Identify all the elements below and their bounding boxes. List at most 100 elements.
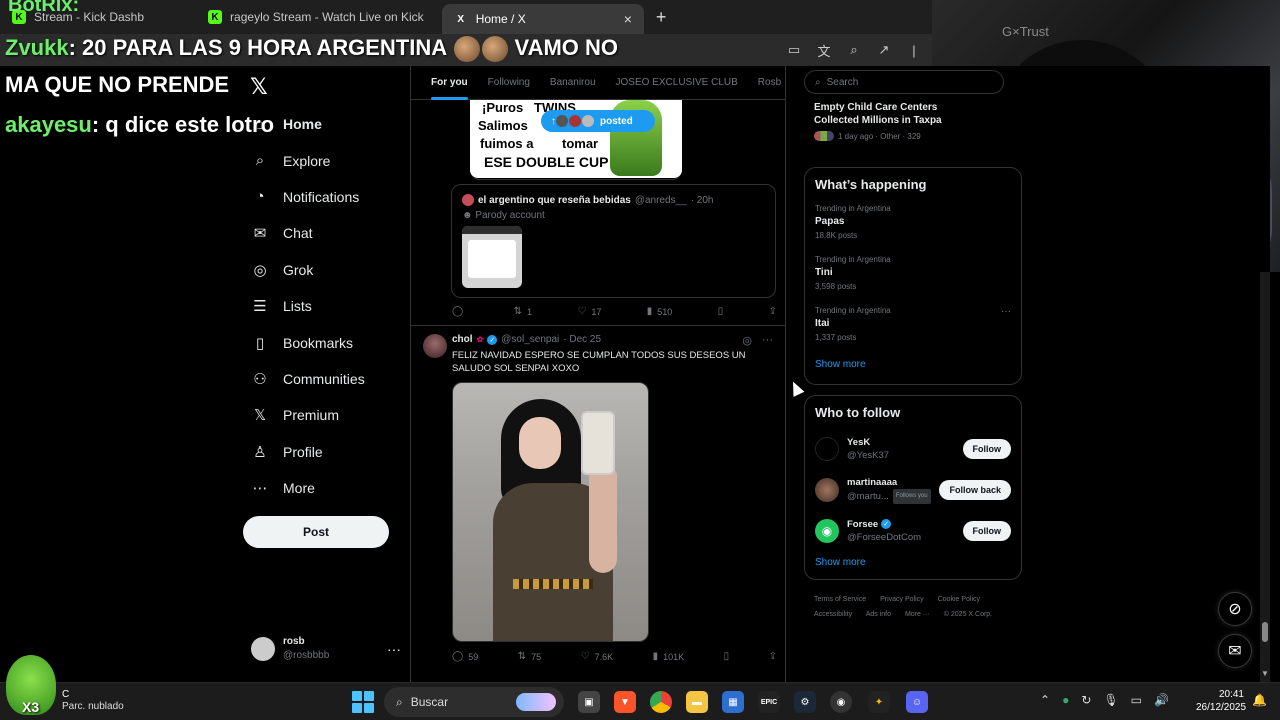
translate-icon[interactable]: 文	[816, 42, 832, 59]
like-button[interactable]: ♡ 7.6K	[581, 651, 613, 662]
trend-item[interactable]: Trending in Argentina Tini 3,598 posts	[805, 251, 1021, 302]
grok-float-button[interactable]: ⊘	[1218, 592, 1252, 626]
post-actions: ◯ 59 ⇅ 75 ♡ 7.6K ▮ 101K ▯ ⇪	[452, 651, 777, 662]
trend-item[interactable]: Trending in Argentina Papas 18.8K posts	[805, 200, 1021, 251]
post-actions: ◯ ⇅ 1 ♡ 17 ▮ 510 ▯ ⇪	[452, 306, 777, 317]
follow-back-button[interactable]: Follow back	[939, 479, 1011, 500]
repost-button[interactable]: ⇅ 75	[518, 651, 541, 662]
repost-button[interactable]: ⇅ 1	[514, 306, 532, 317]
reply-button[interactable]: ◯ 59	[452, 651, 478, 662]
search-icon: ⌕	[815, 76, 821, 88]
notification-bell-icon[interactable]: 🔔	[1252, 693, 1267, 707]
nav-premium[interactable]: 𝕏 Premium	[248, 397, 408, 433]
account-name: rosb	[283, 636, 305, 647]
nav-notifications[interactable]: ◔ Notifications	[248, 179, 408, 215]
page-scrollbar[interactable]: ▼	[1260, 272, 1270, 682]
cast-icon[interactable]: ▭	[786, 42, 802, 58]
bookmark-button[interactable]: ▯	[718, 306, 724, 317]
microphone-icon[interactable]: 🎙	[1103, 693, 1118, 707]
views-button[interactable]: ▮ 101K	[653, 651, 685, 662]
tray-app-icon[interactable]: ●	[1062, 693, 1069, 707]
nav-grok[interactable]: ◎ Grok	[248, 252, 408, 288]
trend-item[interactable]: Trending in Argentina Itai 1,337 posts ·…	[805, 302, 1021, 353]
brave-browser-icon[interactable]: ▼	[614, 691, 636, 713]
footer-link[interactable]: More ···	[905, 611, 930, 618]
nav-profile[interactable]: ♙ Profile	[248, 434, 408, 470]
task-view-icon[interactable]: ▣	[578, 691, 600, 713]
taskbar-search[interactable]: ⌕ Buscar	[384, 687, 564, 717]
chrome-icon[interactable]	[650, 691, 672, 713]
follow-suggestion[interactable]: YesK @YesK37 Follow	[805, 428, 1021, 469]
nav-chat[interactable]: ✉ Chat	[248, 215, 408, 251]
footer-link[interactable]: Ads info	[866, 611, 891, 618]
news-item-title[interactable]: Empty Child Care Centers Collected Milli…	[814, 101, 944, 127]
reply-button[interactable]: ◯	[452, 306, 468, 317]
bookmark-button[interactable]: ▯	[724, 651, 730, 662]
footer-link[interactable]: Accessibility	[814, 611, 852, 618]
network-icon[interactable]: ▭	[1131, 693, 1142, 707]
file-explorer-icon[interactable]: ▬	[686, 691, 708, 713]
more-dots-icon[interactable]: ···	[387, 641, 401, 657]
discord-icon[interactable]: ☺	[906, 691, 928, 713]
avatar[interactable]	[423, 334, 447, 358]
new-posts-pill[interactable]: ↑ posted	[541, 110, 655, 132]
views-button[interactable]: ▮ 510	[647, 306, 673, 317]
footer-link[interactable]: Terms of Service	[814, 596, 866, 603]
tab-joseo-club[interactable]: JOSEO EXCLUSIVE CLUB	[606, 66, 748, 100]
follow-suggestion[interactable]: martinaaaa @martu... Follows you Follow b…	[805, 469, 1021, 510]
tab-rosb[interactable]: Rosb	[748, 66, 785, 100]
show-more-link[interactable]: Show more	[805, 551, 1021, 578]
scrollbar-thumb[interactable]	[1262, 622, 1268, 642]
system-clock[interactable]: 20:41 26/12/2025	[1196, 688, 1246, 714]
tab-home-x[interactable]: X Home / X ×	[441, 4, 644, 34]
volume-icon[interactable]: 🔊	[1154, 693, 1169, 707]
share-icon: ⇪	[768, 651, 777, 662]
weather-widget[interactable]: C Parc. nublado X3	[6, 655, 124, 715]
account-switcher[interactable]: rosb @rosbbbb ···	[251, 634, 401, 664]
meme-text: tomar	[562, 136, 599, 151]
footer-link[interactable]: Cookie Policy	[938, 596, 980, 603]
share-icon[interactable]: ↗	[876, 42, 892, 58]
post-button[interactable]: Post	[243, 516, 389, 548]
nav-more[interactable]: ⋯ More	[248, 470, 408, 506]
search-input[interactable]: ⌕ Search	[804, 70, 1004, 94]
epic-games-icon[interactable]: EPIC	[758, 691, 780, 713]
chevron-up-icon[interactable]: ⌃	[1040, 693, 1050, 707]
tab-following[interactable]: Following	[478, 66, 540, 100]
footer-link[interactable]: Privacy Policy	[880, 596, 924, 603]
image-header-bar	[462, 226, 522, 234]
zoom-icon[interactable]: ⌕	[846, 42, 862, 58]
follow-button[interactable]: Follow	[962, 438, 1011, 459]
share-button[interactable]: ⇪	[769, 306, 777, 317]
obs-icon[interactable]: ◉	[830, 691, 852, 713]
follow-suggestion[interactable]: ◉ Forsee ✓ @ForseeDotCom Follow	[805, 510, 1021, 551]
trend-context: Trending in Argentina	[815, 204, 891, 213]
nav-bookmarks[interactable]: ▯ Bookmarks	[248, 324, 408, 360]
grok-icon[interactable]: ◎	[742, 334, 752, 347]
tab-label: Home / X	[475, 12, 526, 26]
quoted-post-image[interactable]	[462, 226, 522, 288]
news-meta-text: 1 day ago · Other · 329	[838, 131, 921, 141]
store-icon[interactable]: ▦	[722, 691, 744, 713]
show-more-link[interactable]: Show more	[805, 353, 1021, 380]
share-button[interactable]: ⇪	[769, 651, 777, 662]
nav-communities[interactable]: ⚇ Communities	[248, 361, 408, 397]
nav-lists[interactable]: ☰ Lists	[248, 288, 408, 324]
sync-icon[interactable]: ↻	[1081, 693, 1091, 707]
app-icon[interactable]: ✦	[868, 691, 890, 713]
start-button[interactable]	[352, 691, 374, 713]
close-tab-icon[interactable]: ×	[624, 11, 632, 27]
avatar	[462, 194, 474, 206]
messages-float-button[interactable]: ✉	[1218, 634, 1252, 668]
like-button[interactable]: ♡ 17	[577, 306, 601, 317]
follow-button[interactable]: Follow	[962, 520, 1011, 541]
more-dots-icon[interactable]: ···	[762, 334, 773, 347]
author-name[interactable]: chol	[452, 334, 473, 345]
more-dots-icon[interactable]: ···	[1001, 306, 1011, 317]
scroll-down-icon[interactable]: ▼	[1261, 669, 1269, 678]
post-photo[interactable]	[452, 382, 649, 642]
new-tab-icon[interactable]: +	[656, 7, 667, 28]
quoted-post[interactable]: el argentino que reseña bebidas @anreds_…	[451, 184, 776, 298]
steam-icon[interactable]: ⚙	[794, 691, 816, 713]
tab-bananirou[interactable]: Bananirou	[540, 66, 606, 100]
